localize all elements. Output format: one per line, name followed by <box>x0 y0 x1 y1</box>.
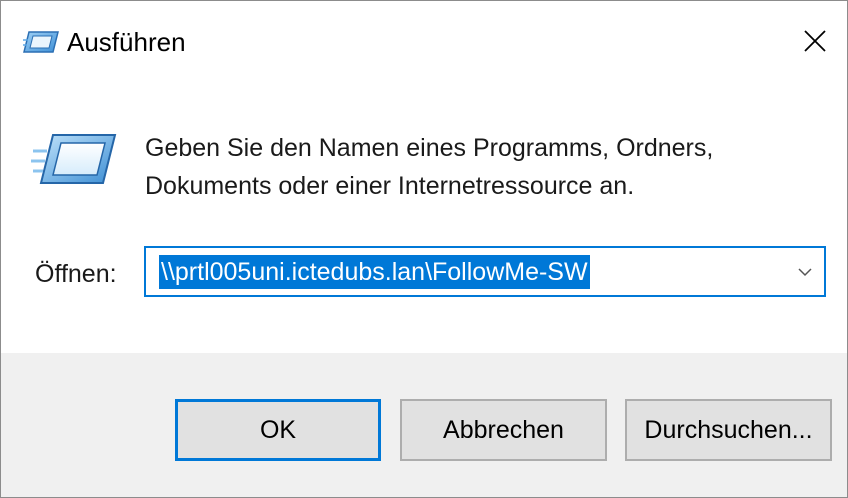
title-bar[interactable]: Ausführen <box>1 1 847 81</box>
dialog-content: Geben Sie den Namen eines Programms, Ord… <box>1 81 847 353</box>
dialog-description: Geben Sie den Namen eines Programms, Ord… <box>145 129 805 205</box>
browse-button[interactable]: Durchsuchen... <box>625 399 832 461</box>
description-line-1: Geben Sie den Namen eines Programms, Ord… <box>145 134 714 162</box>
open-label: Öffnen: <box>35 260 117 288</box>
open-combobox[interactable]: \\prtl005uni.ictedubs.lan\FollowMe-SW <box>144 246 826 297</box>
open-input[interactable]: \\prtl005uni.ictedubs.lan\FollowMe-SW <box>159 255 590 289</box>
description-line-2: Dokuments oder einer Internetressource a… <box>145 172 635 200</box>
window-title: Ausführen <box>67 27 186 57</box>
run-dialog: Ausführen Geben Sie den Namen eines Prog… <box>0 0 848 498</box>
close-icon <box>804 30 826 52</box>
run-icon <box>31 134 117 184</box>
dropdown-button[interactable] <box>792 258 818 286</box>
ok-button[interactable]: OK <box>175 399 381 461</box>
button-bar: OK Abbrechen Durchsuchen... <box>1 353 847 497</box>
close-button[interactable] <box>783 1 847 81</box>
cancel-button[interactable]: Abbrechen <box>400 399 607 461</box>
chevron-down-icon <box>798 267 812 276</box>
run-icon <box>23 31 59 53</box>
